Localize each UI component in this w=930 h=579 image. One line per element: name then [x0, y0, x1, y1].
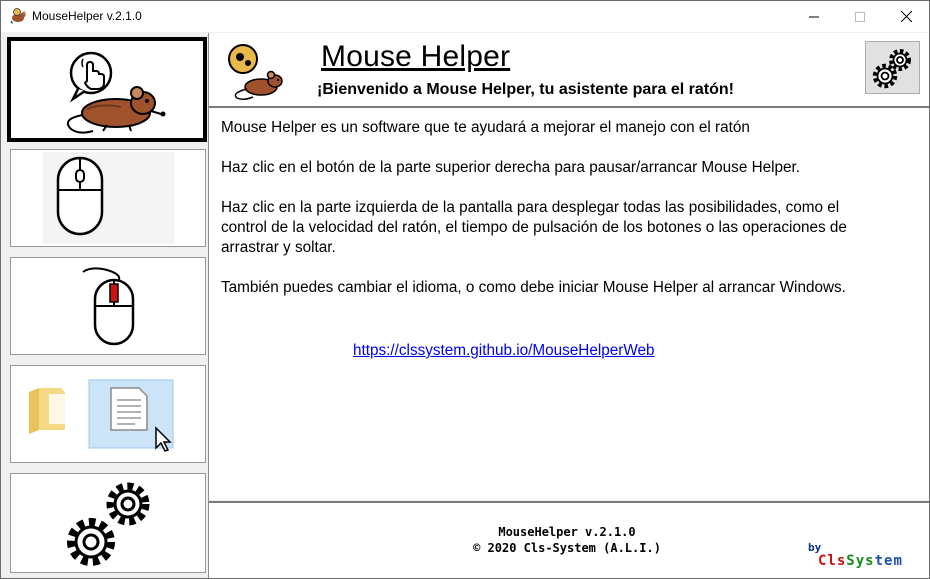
brand-part: Cls — [818, 553, 847, 569]
header: Mouse Helper ¡Bienvenido a Mouse Helper,… — [209, 33, 929, 108]
sidebar-item-drag-drop[interactable] — [10, 365, 206, 463]
mouse-wheel-icon — [43, 152, 175, 244]
maximize-button[interactable] — [837, 1, 883, 32]
website-link[interactable]: https://clssystem.github.io/MouseHelperW… — [353, 342, 655, 360]
window-title: MouseHelper v.2.1.0 — [32, 9, 142, 23]
sidebar-item-settings[interactable] — [10, 473, 206, 573]
brand-part: tem — [874, 553, 903, 569]
minimize-icon — [809, 16, 819, 17]
minimize-button[interactable] — [791, 1, 837, 32]
app-logo-icon — [228, 44, 283, 101]
footer: MouseHelper v.2.1.0 © 2020 Cls-System (A… — [209, 501, 929, 578]
brand-logo: ClsSystem — [818, 553, 903, 569]
drag-file-icon — [29, 379, 174, 452]
pause-start-button[interactable] — [865, 41, 920, 94]
gears-icon — [67, 482, 150, 566]
close-icon — [900, 11, 912, 22]
app-window: MouseHelper v.2.1.0 Mouse Helper ¡Bienve… — [0, 0, 930, 579]
pause-paragraph: Haz clic en el botón de la parte superio… — [221, 159, 801, 176]
mouse-left-click-icon — [82, 267, 135, 346]
version-label: MouseHelper v.2.1.0 — [498, 525, 636, 539]
brand-part: Sys — [846, 553, 875, 569]
title-bar[interactable]: MouseHelper v.2.1.0 — [1, 1, 929, 32]
main-content: Mouse Helper es un software que te ayuda… — [209, 108, 929, 500]
app-mouse-icon — [10, 8, 26, 24]
sidebar — [1, 33, 209, 578]
intro-paragraph: Mouse Helper es un software que te ayuda… — [221, 119, 750, 136]
gears-icon — [872, 48, 911, 88]
sidebar-item-mouse-speed[interactable] — [10, 149, 206, 247]
sidebar-item-home[interactable] — [7, 37, 207, 142]
sidebar-item-click-time[interactable] — [10, 257, 206, 355]
mouse-pointer-hand-icon — [67, 51, 166, 134]
language-paragraph: También puedes cambiar el idioma, o como… — [221, 279, 846, 296]
options-paragraph: Haz clic en la parte izquierda de la pan… — [221, 199, 847, 256]
close-button[interactable] — [883, 1, 929, 32]
page-title: Mouse Helper — [321, 40, 511, 73]
maximize-icon — [855, 11, 865, 22]
welcome-message: ¡Bienvenido a Mouse Helper, tu asistente… — [317, 81, 734, 98]
